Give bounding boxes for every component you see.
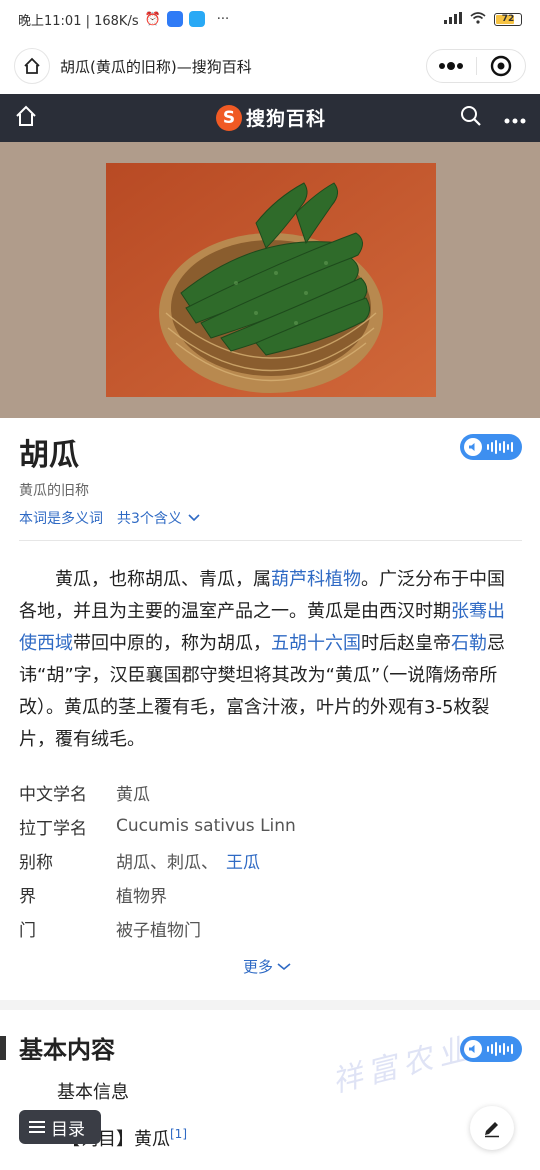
chevron-down-icon <box>188 514 200 522</box>
speaker-icon <box>469 443 475 451</box>
link-cucurbitaceae[interactable]: 葫芦科植物 <box>271 569 361 590</box>
reference-link[interactable]: [1] <box>170 1127 187 1141</box>
page-title: 胡瓜(黄瓜的旧称)—搜狗百科 <box>60 57 252 76</box>
list-icon <box>29 1121 45 1133</box>
toc-button[interactable]: 目录 <box>19 1110 101 1144</box>
wifi-icon <box>470 11 486 27</box>
infobox-key: 拉丁学名 <box>19 818 87 839</box>
logo-s-icon: S <box>216 104 242 131</box>
infobox-key: 中文学名 <box>19 784 87 805</box>
pencil-icon <box>485 1122 499 1138</box>
more-dots-icon <box>504 118 526 123</box>
sogou-baike-logo[interactable]: S 搜狗百科 <box>216 104 326 131</box>
infobox-more-button[interactable]: 更多 <box>243 956 291 977</box>
header-divider <box>19 540 522 541</box>
infobox-value: 黄瓜 <box>116 784 150 805</box>
sound-wave-icon <box>487 440 513 454</box>
link-sixteen-kingdoms[interactable]: 五胡十六国 <box>271 633 361 654</box>
meanings-dropdown[interactable]: 共3个含义 <box>117 508 200 528</box>
edit-button[interactable] <box>470 1106 514 1150</box>
infobox-value: 植物界 <box>116 886 167 907</box>
infobox-row: 中文学名 黄瓜 <box>19 775 522 809</box>
infobox: 中文学名 黄瓜 拉丁学名 Cucumis sativus Linn 别称 胡瓜、… <box>19 775 522 945</box>
app-notification-icon-2 <box>188 11 205 27</box>
nav-more-button[interactable] <box>504 109 526 128</box>
infobox-key: 门 <box>19 920 36 941</box>
infobox-row: 别称 胡瓜、刺瓜、 王瓜 <box>19 843 522 877</box>
target-close-icon <box>490 55 511 77</box>
more-notifications-icon: ··· <box>216 11 230 27</box>
home-icon <box>24 57 40 74</box>
read-aloud-button[interactable] <box>460 434 522 460</box>
app-notification-icon <box>166 11 183 27</box>
search-icon <box>461 106 481 126</box>
link-shile[interactable]: 石勒 <box>451 633 487 654</box>
logo-text: 搜狗百科 <box>246 108 327 130</box>
close-mini-program-button[interactable] <box>477 50 526 82</box>
infobox-value: 胡瓜、刺瓜、 王瓜 <box>116 852 260 873</box>
section-title: 基本内容 <box>19 1036 115 1064</box>
more-options-button[interactable] <box>427 50 476 82</box>
more-dots-icon <box>439 62 464 70</box>
battery-icon: 72 <box>494 12 522 26</box>
toc-label: 目录 <box>51 1119 85 1140</box>
basic-info-heading: 基本信息 <box>57 1082 129 1103</box>
sound-wave-icon <box>487 1042 513 1056</box>
cucumber-basket-image[interactable] <box>106 163 436 397</box>
infobox-row: 拉丁学名 Cucumis sativus Linn <box>19 809 522 843</box>
infobox-row: 界 植物界 <box>19 877 522 911</box>
nav-home-button[interactable] <box>14 104 38 132</box>
site-nav-bar: S 搜狗百科 <box>0 94 540 142</box>
mini-program-capsule <box>426 49 526 83</box>
status-bar: 晚上11:01 | 168K/s ⏰ ··· 72 <box>0 0 540 38</box>
infobox-value: Cucumis sativus Linn <box>116 816 296 836</box>
search-button[interactable] <box>460 105 482 131</box>
home-icon <box>16 105 36 126</box>
article-subtitle: 黄瓜的旧称 <box>19 483 89 499</box>
infobox-key: 别称 <box>19 852 53 873</box>
infobox-value: 被子植物门 <box>116 920 201 941</box>
infobox-key: 界 <box>19 886 36 907</box>
polysemy-row: 本词是多义词 共3个含义 <box>19 508 200 528</box>
home-button[interactable] <box>14 48 50 84</box>
infobox-row: 门 被子植物门 <box>19 911 522 945</box>
alarm-icon: ⏰ <box>144 11 161 27</box>
link-wanggua[interactable]: 王瓜 <box>226 853 260 873</box>
signal-icon <box>444 11 462 27</box>
title-bar: 胡瓜(黄瓜的旧称)—搜狗百科 <box>0 38 540 94</box>
article-summary: 黄瓜，也称胡瓜、青瓜，属葫芦科植物。广泛分布于中国各地，并且为主要的温室产品之一… <box>19 569 505 750</box>
section-separator <box>0 1000 540 1010</box>
section-marker <box>0 1036 6 1060</box>
polysemy-link[interactable]: 本词是多义词 <box>19 508 103 528</box>
status-time-speed: 晚上11:01 | 168K/s <box>18 13 139 29</box>
article-title: 胡瓜 <box>19 438 79 473</box>
chevron-down-icon <box>277 962 291 970</box>
hero-banner <box>0 142 540 418</box>
